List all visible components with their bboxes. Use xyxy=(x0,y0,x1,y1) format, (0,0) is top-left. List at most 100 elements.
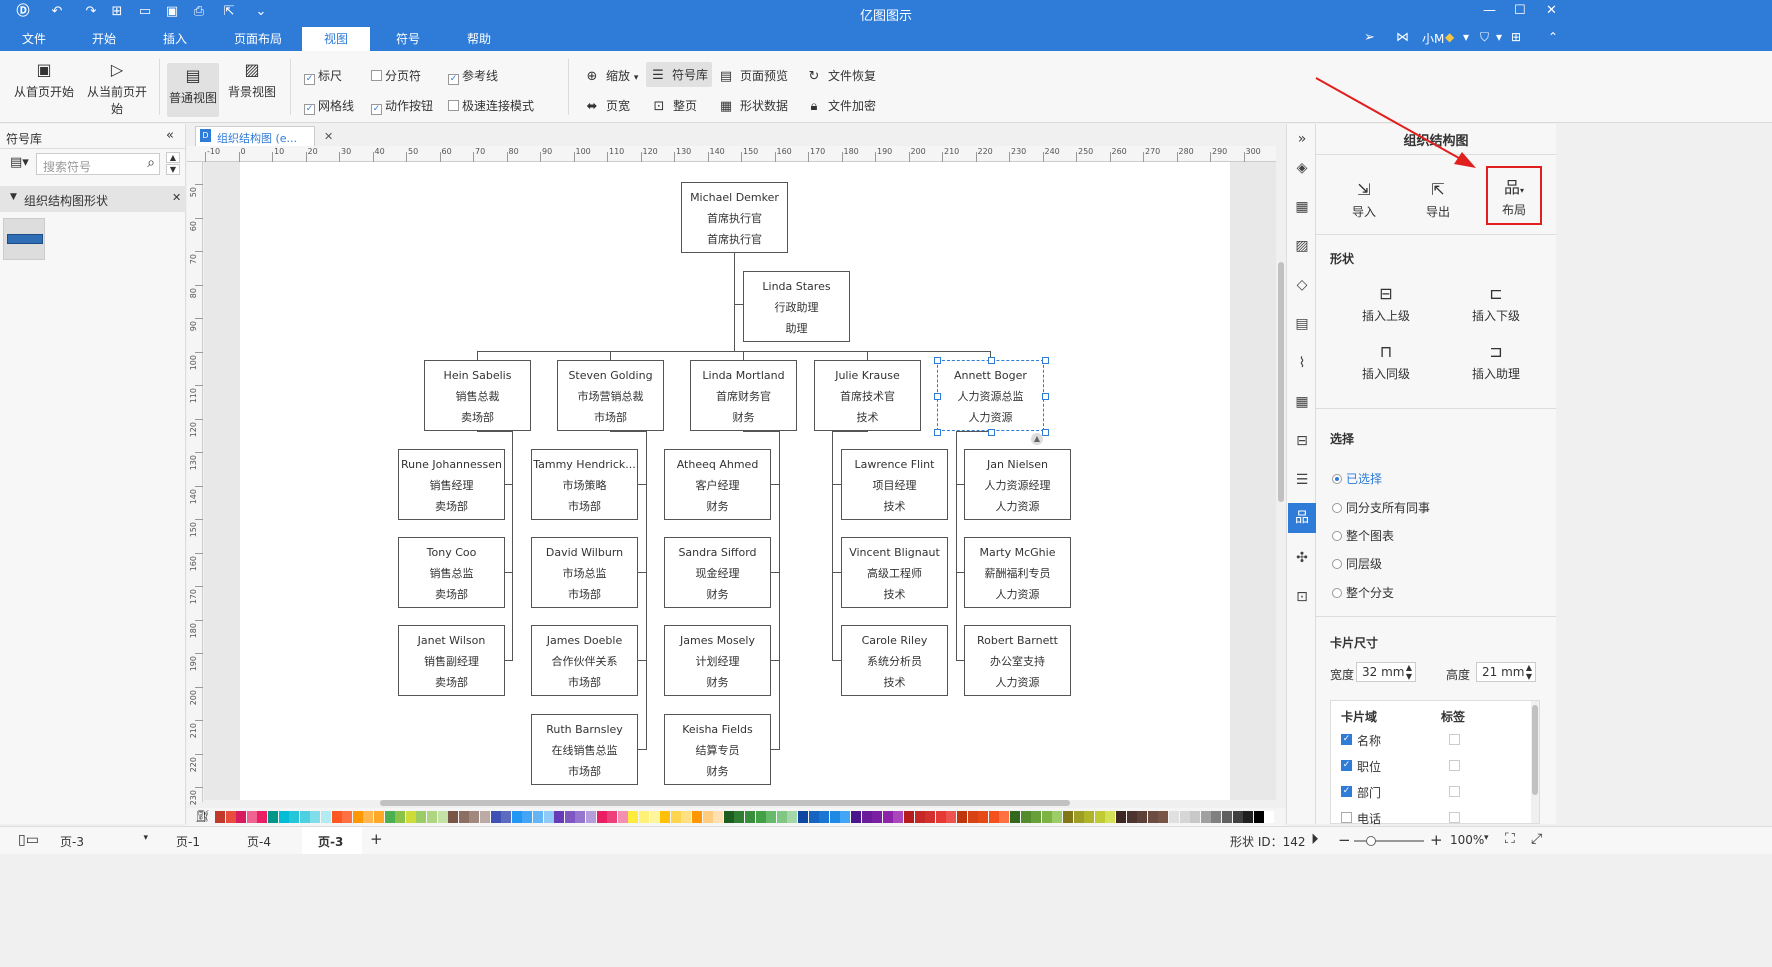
symbol-search-box[interactable]: 搜索符号 ⌕ xyxy=(36,153,160,175)
palette-swatch[interactable] xyxy=(1179,811,1190,823)
palette-swatch[interactable] xyxy=(586,811,596,823)
zoom-out-icon[interactable]: − xyxy=(1338,831,1351,849)
palette-swatch[interactable] xyxy=(490,811,501,823)
field-checkbox[interactable]: ✓ xyxy=(1341,760,1352,771)
fullscreen-icon[interactable]: ⤢ xyxy=(1531,831,1542,847)
palette-swatch[interactable] xyxy=(533,811,543,823)
palette-swatch[interactable] xyxy=(851,811,861,823)
org-chart-tool-active[interactable]: 品 xyxy=(1288,503,1316,533)
palette-swatch[interactable] xyxy=(352,811,363,823)
field-checkbox[interactable]: ✓ xyxy=(1341,734,1352,745)
collapse-branch-icon[interactable]: ▲ xyxy=(1031,433,1043,445)
theme-grid-icon[interactable]: ▦ xyxy=(1293,198,1311,216)
palette-swatch[interactable] xyxy=(448,811,459,823)
card-width-input[interactable]: 32 mm ▲ ▼ xyxy=(1356,662,1416,682)
palette-swatch[interactable] xyxy=(469,811,480,823)
palette-swatch[interactable] xyxy=(554,811,565,823)
palette-swatch[interactable] xyxy=(1052,811,1063,823)
palette-swatch[interactable] xyxy=(405,811,416,823)
org-card-member[interactable]: Rune Johannessen 销售经理 卖场部 xyxy=(398,449,505,520)
field-table-scrollbar[interactable] xyxy=(1531,701,1539,823)
card-height-input[interactable]: 21 mm ▲ ▼ xyxy=(1476,662,1536,682)
palette-swatch[interactable] xyxy=(1158,811,1169,823)
org-card-member[interactable]: Robert Barnett 办公室支持 人力资源 xyxy=(964,625,1071,696)
stepper-icon[interactable]: ▲ ▼ xyxy=(1406,663,1412,681)
play-icon[interactable]: ⏵︎ xyxy=(1311,830,1319,848)
document-tab[interactable]: D 组织结构图 (e... ✕ xyxy=(195,126,333,146)
palette-swatch[interactable] xyxy=(776,811,787,823)
org-card-member[interactable]: James Mosely 计划经理 财务 xyxy=(664,625,771,696)
select-same-level-radio[interactable]: 同层级 xyxy=(1332,555,1382,572)
palette-swatch[interactable] xyxy=(904,811,914,823)
palette-swatch[interactable] xyxy=(872,811,883,823)
palette-swatch[interactable] xyxy=(755,811,766,823)
selection-handle[interactable] xyxy=(934,429,941,436)
share-icon[interactable]: ⋈ xyxy=(1396,30,1409,45)
palette-swatch[interactable] xyxy=(787,811,798,823)
palette-swatch[interactable] xyxy=(1063,811,1073,823)
palette-swatch[interactable] xyxy=(1010,811,1020,823)
palette-swatch[interactable] xyxy=(1020,811,1031,823)
palette-swatch[interactable] xyxy=(1084,811,1095,823)
palette-swatch[interactable] xyxy=(543,811,554,823)
hierarchy-icon[interactable]: ⊟ xyxy=(1293,432,1311,450)
selection-handle[interactable] xyxy=(988,429,995,436)
palette-swatch[interactable] xyxy=(639,811,649,823)
send-icon[interactable]: ➢ xyxy=(1364,30,1375,45)
close-tab-icon[interactable]: ✕ xyxy=(324,130,333,143)
apps-grid-icon[interactable]: ⊞ xyxy=(1511,30,1521,44)
org-card-head[interactable]: Annett Boger 人力资源总监 人力资源 xyxy=(937,360,1044,431)
palette-swatch[interactable] xyxy=(999,811,1010,823)
palette-swatch[interactable] xyxy=(1243,811,1254,823)
palette-swatch[interactable] xyxy=(745,811,755,823)
zoom-slider-thumb[interactable] xyxy=(1366,836,1376,846)
palette-swatch[interactable] xyxy=(681,811,692,823)
library-group-header[interactable]: ▼ 组织结构图形状 ✕ xyxy=(0,186,186,212)
palette-swatch[interactable] xyxy=(1232,811,1243,823)
org-card-member[interactable]: Keisha Fields 结算专员 财务 xyxy=(664,714,771,785)
palette-swatch[interactable] xyxy=(798,811,808,823)
label-checkbox[interactable] xyxy=(1449,760,1460,771)
palette-swatch[interactable] xyxy=(1211,811,1222,823)
menu-page-layout[interactable]: 页面布局 xyxy=(234,30,282,47)
page-tab-1[interactable]: 页-1 xyxy=(176,833,200,850)
library-menu-icon[interactable]: ▤▾ xyxy=(10,155,29,170)
action-button-checkbox[interactable]: ✓ 动作按钮 xyxy=(371,97,433,115)
page-panel-toggle-icon[interactable]: ▯▭ xyxy=(18,832,39,848)
fill-bucket-icon[interactable]: ⛽︎ xyxy=(195,809,210,823)
palette-swatch[interactable] xyxy=(575,811,586,823)
text-format-icon[interactable]: ☰ xyxy=(1293,471,1311,489)
palette-swatch[interactable] xyxy=(363,811,374,823)
palette-swatch[interactable] xyxy=(978,811,989,823)
palette-swatch[interactable] xyxy=(1031,811,1042,823)
zoom-in-icon[interactable]: + xyxy=(1430,831,1443,849)
menu-home[interactable]: 开始 xyxy=(92,30,116,47)
palette-swatch[interactable] xyxy=(617,811,628,823)
org-card-member[interactable]: Tammy Hendrick... 市场策略 市场部 xyxy=(531,449,638,520)
palette-swatch[interactable] xyxy=(882,811,893,823)
menu-insert[interactable]: 插入 xyxy=(163,30,187,47)
palette-swatch[interactable] xyxy=(649,811,660,823)
horizontal-scroll-thumb[interactable] xyxy=(380,800,1070,806)
page-width-button[interactable]: ⬌ 页宽 xyxy=(584,97,630,114)
palette-swatch[interactable] xyxy=(342,811,353,823)
palette-swatch[interactable] xyxy=(957,811,967,823)
select-whole-branch-radio[interactable]: 整个分支 xyxy=(1332,584,1394,601)
palette-swatch[interactable] xyxy=(1169,811,1179,823)
menu-file[interactable]: 文件 xyxy=(22,30,46,47)
layers-icon[interactable]: ◇ xyxy=(1293,276,1311,294)
palette-swatch[interactable] xyxy=(628,811,639,823)
selection-handle[interactable] xyxy=(1042,357,1049,364)
palette-swatch[interactable] xyxy=(808,811,819,823)
label-checkbox[interactable] xyxy=(1449,734,1460,745)
insert-assistant-button[interactable]: ⊐ 插入助理 xyxy=(1466,342,1526,382)
palette-swatch[interactable] xyxy=(829,811,840,823)
table-icon[interactable]: ▦ xyxy=(1293,393,1311,411)
org-card-member[interactable]: Atheeq Ahmed 客户经理 财务 xyxy=(664,449,771,520)
vertical-scrollbar[interactable] xyxy=(1276,146,1286,802)
page-break-checkbox[interactable]: 分页符 xyxy=(371,67,421,84)
field-checkbox[interactable]: ✓ xyxy=(1341,786,1352,797)
menu-view[interactable]: 视图 xyxy=(302,27,370,51)
symbol-library-toggle[interactable]: ☰ 符号库 xyxy=(646,62,713,87)
menu-help[interactable]: 帮助 xyxy=(467,30,491,47)
